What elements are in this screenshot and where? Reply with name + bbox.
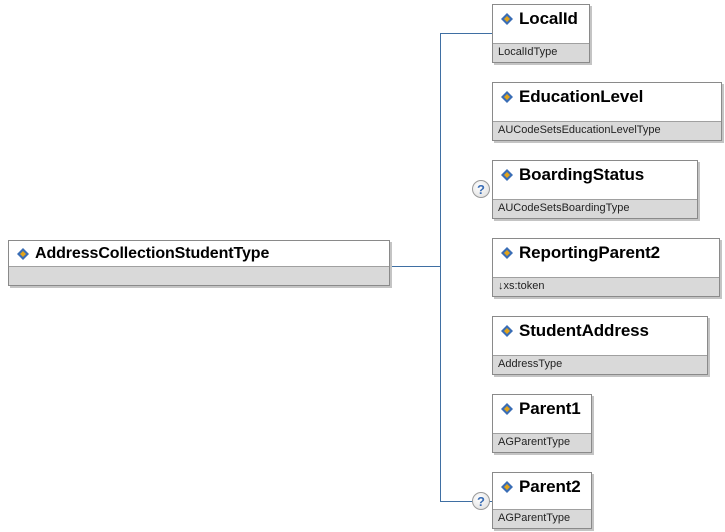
node-name: BoardingStatus xyxy=(519,165,645,184)
schema-diagram: AddressCollectionStudentType LocalId Loc… xyxy=(0,0,725,532)
element-icon xyxy=(501,403,513,415)
node-type: LocalIdType xyxy=(493,43,589,62)
root-node-name: AddressCollectionStudentType xyxy=(35,245,270,262)
node-name: EducationLevel xyxy=(519,87,644,106)
element-icon xyxy=(501,91,513,103)
node-type: AUCodeSetsEducationLevelType xyxy=(493,121,721,140)
element-icon xyxy=(501,169,513,181)
element-icon xyxy=(501,13,513,25)
element-icon xyxy=(17,248,29,260)
element-icon xyxy=(501,481,513,493)
node-name: LocalId xyxy=(519,9,578,28)
node-studentaddress[interactable]: StudentAddress AddressType xyxy=(492,316,708,375)
node-boardingstatus[interactable]: BoardingStatus AUCodeSetsBoardingType xyxy=(492,160,698,219)
node-type: ↓xs:token xyxy=(493,277,719,296)
optional-icon: ? xyxy=(472,492,490,510)
node-name: ReportingParent2 xyxy=(519,243,661,262)
element-icon xyxy=(501,325,513,337)
node-name: Parent1 xyxy=(519,399,581,418)
connector-localid xyxy=(440,33,492,34)
element-icon xyxy=(501,247,513,259)
node-reportingparent2[interactable]: ReportingParent2 ↓xs:token xyxy=(492,238,720,297)
node-type: AGParentType xyxy=(493,509,591,528)
node-name: StudentAddress xyxy=(519,321,649,340)
root-node[interactable]: AddressCollectionStudentType xyxy=(8,240,390,286)
node-type: AUCodeSetsBoardingType xyxy=(493,199,697,218)
connector-root xyxy=(389,266,440,267)
node-name: Parent2 xyxy=(519,477,581,496)
root-node-type xyxy=(9,266,389,285)
node-type: AGParentType xyxy=(493,433,591,452)
connector-trunk xyxy=(440,33,441,502)
node-parent2[interactable]: Parent2 AGParentType xyxy=(492,472,592,529)
node-localid[interactable]: LocalId LocalIdType xyxy=(492,4,590,63)
node-type: AddressType xyxy=(493,355,707,374)
optional-icon: ? xyxy=(472,180,490,198)
node-educationlevel[interactable]: EducationLevel AUCodeSetsEducationLevelT… xyxy=(492,82,722,141)
node-parent1[interactable]: Parent1 AGParentType xyxy=(492,394,592,453)
